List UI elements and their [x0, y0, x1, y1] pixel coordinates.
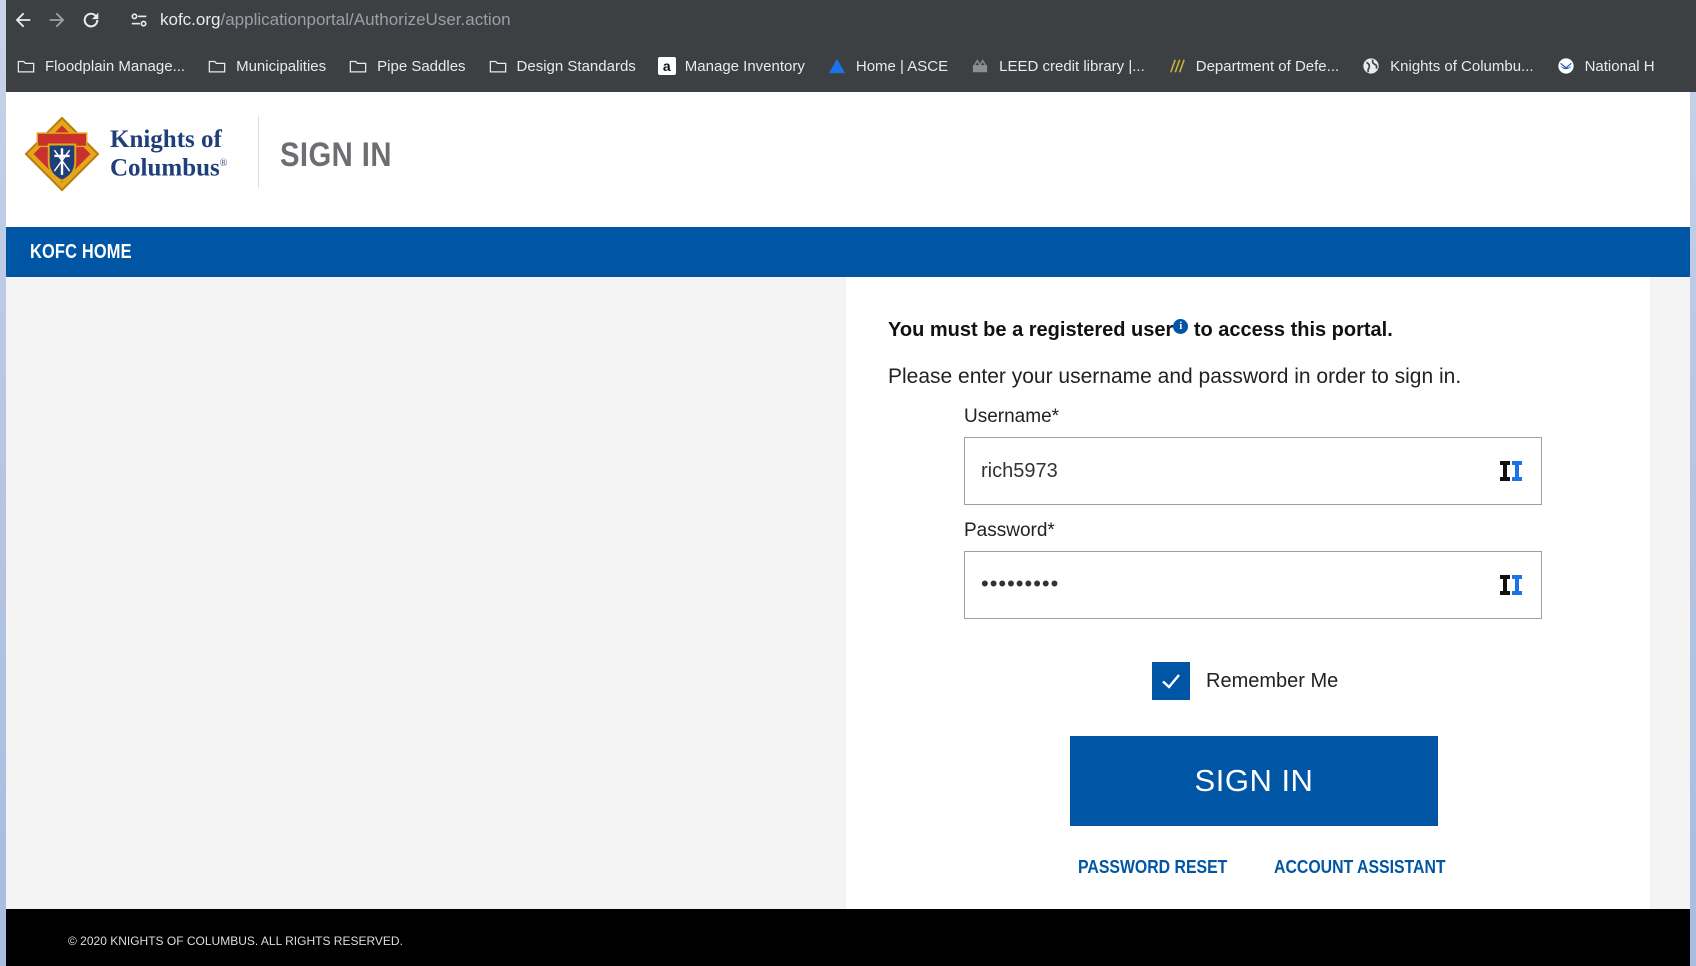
back-button[interactable] — [6, 3, 40, 37]
bookmark-pipe-saddles[interactable]: Pipe Saddles — [348, 57, 466, 75]
sign-in-panel: You must be a registered user i to access… — [846, 277, 1650, 909]
bookmark-label: Pipe Saddles — [377, 57, 466, 75]
username-field[interactable]: rich5973 — [964, 437, 1542, 505]
bookmark-municipalities[interactable]: Municipalities — [207, 57, 326, 75]
bookmark-kofc[interactable]: Knights of Columbu... — [1361, 57, 1534, 75]
bookmark-label: LEED credit library |... — [999, 57, 1145, 75]
page-title: SIGN IN — [280, 136, 392, 174]
kofc-emblem-icon — [24, 116, 100, 192]
checkmark-icon — [1162, 674, 1180, 689]
arrow-right-icon — [49, 12, 65, 28]
password-reset-link[interactable]: PASSWORD RESET — [1078, 857, 1227, 878]
site-info-button[interactable] — [128, 9, 150, 31]
bookmark-label: Municipalities — [236, 57, 327, 75]
folder-icon — [207, 57, 227, 75]
remember-me-label[interactable]: Remember Me — [1206, 670, 1338, 693]
username-value: rich5973 — [981, 460, 1058, 482]
arrow-left-icon — [15, 12, 31, 28]
username-label: Username* — [964, 406, 1060, 427]
address-row: kofc.org/applicationportal/AuthorizeUser… — [6, 0, 1696, 40]
registered-mark: ® — [219, 157, 228, 169]
logo-line2: Columbus — [110, 154, 220, 182]
bookmark-label: Home | ASCE — [855, 57, 949, 75]
reload-button[interactable] — [74, 3, 108, 37]
password-value: ••••••••• — [981, 571, 1060, 596]
remember-me: Remember Me — [1152, 662, 1338, 700]
noaa-icon — [1556, 57, 1576, 75]
bookmark-label: Design Standards — [516, 57, 636, 75]
url-path: /applicationportal/AuthorizeUser.action — [220, 10, 511, 29]
url-domain: kofc.org — [160, 10, 221, 29]
password-label: Password* — [964, 520, 1055, 541]
folder-icon — [16, 57, 36, 75]
primary-nav: KOFC HOME — [6, 227, 1690, 277]
site-header: Knights of Columbus® SIGN IN — [6, 92, 1690, 227]
address-bar[interactable]: kofc.org/applicationportal/AuthorizeUser… — [160, 10, 511, 30]
folder-icon — [488, 57, 508, 75]
bookmark-label: Floodplain Manage... — [45, 57, 186, 75]
bookmark-asce[interactable]: Home | ASCE — [827, 57, 948, 75]
bookmark-manage-inventory[interactable]: a Manage Inventory — [657, 57, 805, 75]
bookmark-label: National H — [1584, 57, 1655, 75]
browser-chrome: kofc.org/applicationportal/AuthorizeUser… — [6, 0, 1696, 92]
kofc-home-link[interactable]: KOFC HOME — [30, 241, 132, 264]
copyright-text: © 2020 KNIGHTS OF COLUMBUS. ALL RIGHTS R… — [68, 934, 403, 948]
bookmark-leed[interactable]: LEED credit library |... — [970, 57, 1145, 75]
password-field[interactable]: ••••••••• — [964, 551, 1542, 619]
header-divider — [258, 116, 259, 188]
web-page: Knights of Columbus® SIGN IN KOFC HOME Y… — [6, 92, 1690, 966]
bookmark-dod[interactable]: Department of Defe... — [1167, 57, 1339, 75]
sign-in-instructions: Please enter your username and password … — [888, 365, 1462, 388]
bookmarks-bar: Floodplain Manage... Municipalities Pipe… — [6, 48, 1696, 84]
dod-icon — [1167, 57, 1187, 75]
registration-notice: You must be a registered user i to access… — [888, 319, 1393, 342]
password-manager-icon[interactable] — [1499, 574, 1523, 596]
logo-line1: Knights of — [110, 125, 222, 153]
info-icon[interactable]: i — [1173, 319, 1189, 334]
site-footer: © 2020 KNIGHTS OF COLUMBUS. ALL RIGHTS R… — [6, 909, 1690, 966]
amazon-icon: a — [657, 57, 676, 75]
asce-icon — [827, 57, 847, 75]
leed-icon — [970, 57, 990, 75]
bookmark-label: Knights of Columbu... — [1390, 57, 1534, 75]
reload-icon — [83, 12, 99, 28]
account-assistant-link[interactable]: ACCOUNT ASSISTANT — [1274, 857, 1446, 878]
notice-text-before: You must be a registered user — [888, 319, 1174, 341]
tune-icon — [131, 13, 147, 27]
forward-button[interactable] — [40, 3, 74, 37]
globe-icon — [1361, 57, 1381, 75]
bookmark-design-standards[interactable]: Design Standards — [488, 57, 636, 75]
password-manager-icon[interactable] — [1499, 460, 1523, 482]
bookmark-national[interactable]: National H — [1556, 57, 1655, 75]
remember-me-checkbox[interactable] — [1152, 662, 1190, 700]
kofc-logo[interactable]: Knights of Columbus® — [24, 116, 227, 192]
notice-text-after: to access this portal. — [1188, 319, 1393, 341]
bookmark-label: Department of Defe... — [1195, 57, 1340, 75]
folder-icon — [348, 57, 368, 75]
bookmark-floodplain[interactable]: Floodplain Manage... — [16, 57, 185, 75]
logo-wordmark: Knights of Columbus® — [110, 125, 228, 182]
sign-in-button[interactable]: SIGN IN — [1070, 736, 1438, 826]
bookmark-label: Manage Inventory — [684, 57, 805, 75]
